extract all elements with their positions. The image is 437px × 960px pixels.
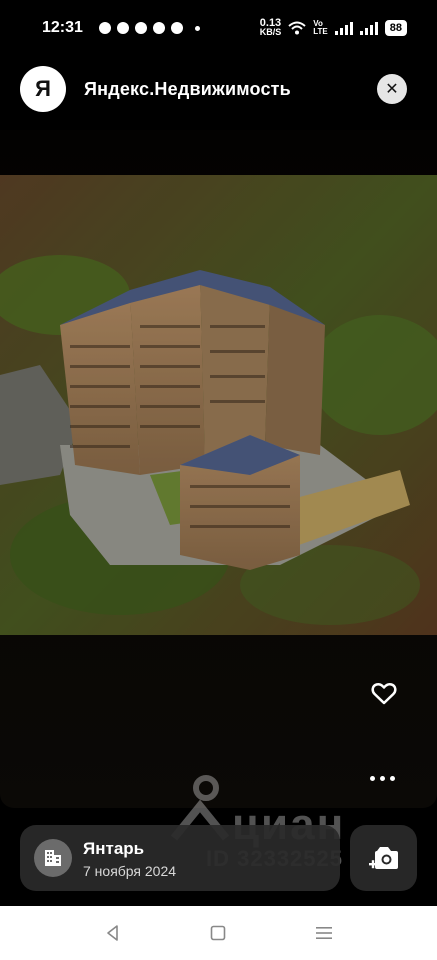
more-notifications-dot xyxy=(194,25,200,31)
battery-icon: 88 xyxy=(384,20,407,36)
status-right: 0.13 KB/S Vo LTE 88 xyxy=(259,18,407,37)
camera-plus-icon xyxy=(368,847,398,869)
favorite-button[interactable] xyxy=(369,678,399,708)
status-bar: 12:31 0.13 KB/S Vo LTE 88 xyxy=(0,0,437,56)
heart-icon xyxy=(371,683,397,705)
messenger-icon xyxy=(134,22,147,34)
building-photo[interactable] xyxy=(0,175,437,635)
signal-icon xyxy=(334,21,353,35)
back-icon xyxy=(107,925,118,941)
home-icon xyxy=(211,925,226,941)
recents-button[interactable] xyxy=(312,921,336,945)
volte-indicator: Vo LTE xyxy=(313,20,328,36)
more-icon xyxy=(370,775,375,781)
app-title: Яндекс.Недвижимость xyxy=(84,78,291,99)
complex-name: Янтарь xyxy=(83,839,145,858)
facebook-icon xyxy=(98,22,111,34)
status-left: 12:31 xyxy=(42,19,200,37)
listing-card[interactable]: Янтарь 7 ноября 2024 xyxy=(20,825,340,891)
viewer-header: Я Яндекс.Недвижимость ✕ xyxy=(20,66,417,112)
close-icon: ✕ xyxy=(385,81,399,98)
network-speed: 0.13 KB/S xyxy=(259,18,282,37)
telegram-icon xyxy=(152,22,165,34)
volte-bottom: LTE xyxy=(313,27,328,36)
photo-viewer[interactable] xyxy=(0,130,437,808)
photo-date: 7 ноября 2024 xyxy=(83,863,177,879)
more-button[interactable] xyxy=(370,770,398,786)
system-nav-bar xyxy=(0,906,437,960)
recents-icon xyxy=(316,927,333,939)
building-icon xyxy=(34,839,72,877)
home-button[interactable] xyxy=(206,921,230,945)
back-button[interactable] xyxy=(101,921,125,945)
network-speed-unit: KB/S xyxy=(259,27,282,37)
facebook-icon xyxy=(116,22,129,34)
rss-icon xyxy=(170,22,183,34)
close-button[interactable]: ✕ xyxy=(377,74,407,104)
wifi-icon xyxy=(288,21,306,35)
signal-icon xyxy=(359,21,378,35)
add-photo-button[interactable] xyxy=(350,825,417,891)
status-time: 12:31 xyxy=(42,19,83,36)
yandex-logo: Я xyxy=(20,66,66,112)
